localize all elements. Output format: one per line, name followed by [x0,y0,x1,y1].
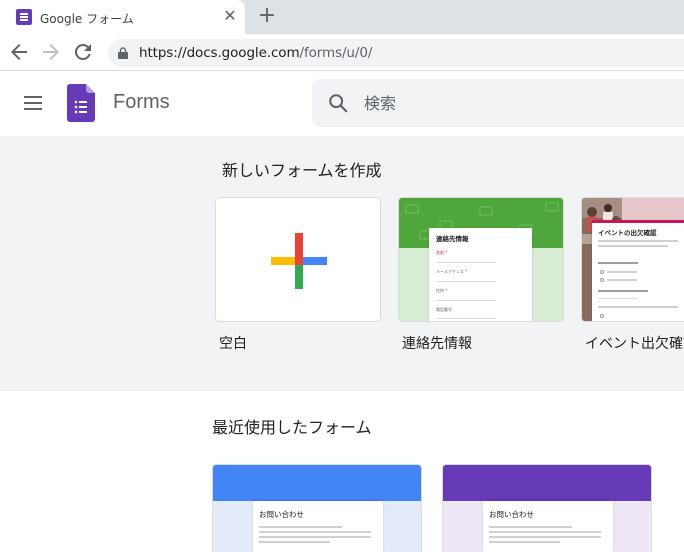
google-forms-logo-icon[interactable] [67,84,95,122]
search-icon[interactable] [327,92,349,114]
preview-field: 名前 * [436,250,448,255]
search-input[interactable] [364,91,664,115]
preview-field: メールアドレス * [436,269,468,274]
preview-form-title: イベントの出欠確認 [598,229,657,237]
recent-form-card[interactable]: お問い合わせ [212,464,422,552]
template-label-event-rsvp[interactable]: イベント出欠確認 [585,333,684,353]
recent-form-preview-title: お問い合わせ [489,510,534,519]
template-label-contact-info[interactable]: 連絡先情報 [402,333,472,353]
url-path: /forms/u/0/ [299,45,373,61]
browser-toolbar: https://docs.google.com/forms/u/0/ [0,34,684,71]
gallery-title: 新しいフォームを作成 [222,161,382,180]
google-forms-favicon-icon [16,9,32,25]
template-card-contact-info[interactable]: 連絡先情報 名前 * メールアドレス * 住所 * 電話番号 [398,197,564,322]
template-card-event-rsvp[interactable]: イベントの出欠確認 [581,197,684,322]
tab-title: Google フォーム [40,12,134,26]
url-text: https://docs.google.com/forms/u/0/ [139,45,372,61]
template-card-blank[interactable] [215,197,381,322]
url-host: https://docs.google.com [139,45,300,61]
template-label-blank[interactable]: 空白 [219,333,247,353]
forward-arrow-icon[interactable] [39,40,63,64]
tab-close-icon[interactable]: ✕ [220,6,240,26]
browser-tab[interactable]: Google フォーム ✕ [0,0,245,34]
main-menu-icon[interactable] [24,96,42,110]
recent-forms-title: 最近使用したフォーム [212,418,372,437]
preview-field: 住所 * [436,288,448,293]
plus-multicolor-icon [271,233,327,289]
browser-tab-strip: Google フォーム ✕ + [0,0,684,34]
recent-form-thumbnail: お問い合わせ [253,501,383,552]
reload-icon[interactable] [71,40,95,64]
template-preview-form: 連絡先情報 名前 * メールアドレス * 住所 * 電話番号 [429,228,532,321]
template-preview-form: イベントの出欠確認 [592,220,684,321]
preview-form-title: 連絡先情報 [436,235,469,243]
app-title: Forms [113,91,170,113]
back-arrow-icon[interactable] [7,40,31,64]
recent-form-thumbnail: お問い合わせ [483,501,613,552]
recent-form-card[interactable]: お問い合わせ [442,464,652,552]
new-tab-icon[interactable]: + [256,5,278,27]
recent-form-preview-title: お問い合わせ [259,510,304,519]
lock-icon [118,47,128,59]
address-bar[interactable]: https://docs.google.com/forms/u/0/ [108,39,684,67]
search-box[interactable] [312,79,684,127]
preview-field: 電話番号 [436,307,452,312]
